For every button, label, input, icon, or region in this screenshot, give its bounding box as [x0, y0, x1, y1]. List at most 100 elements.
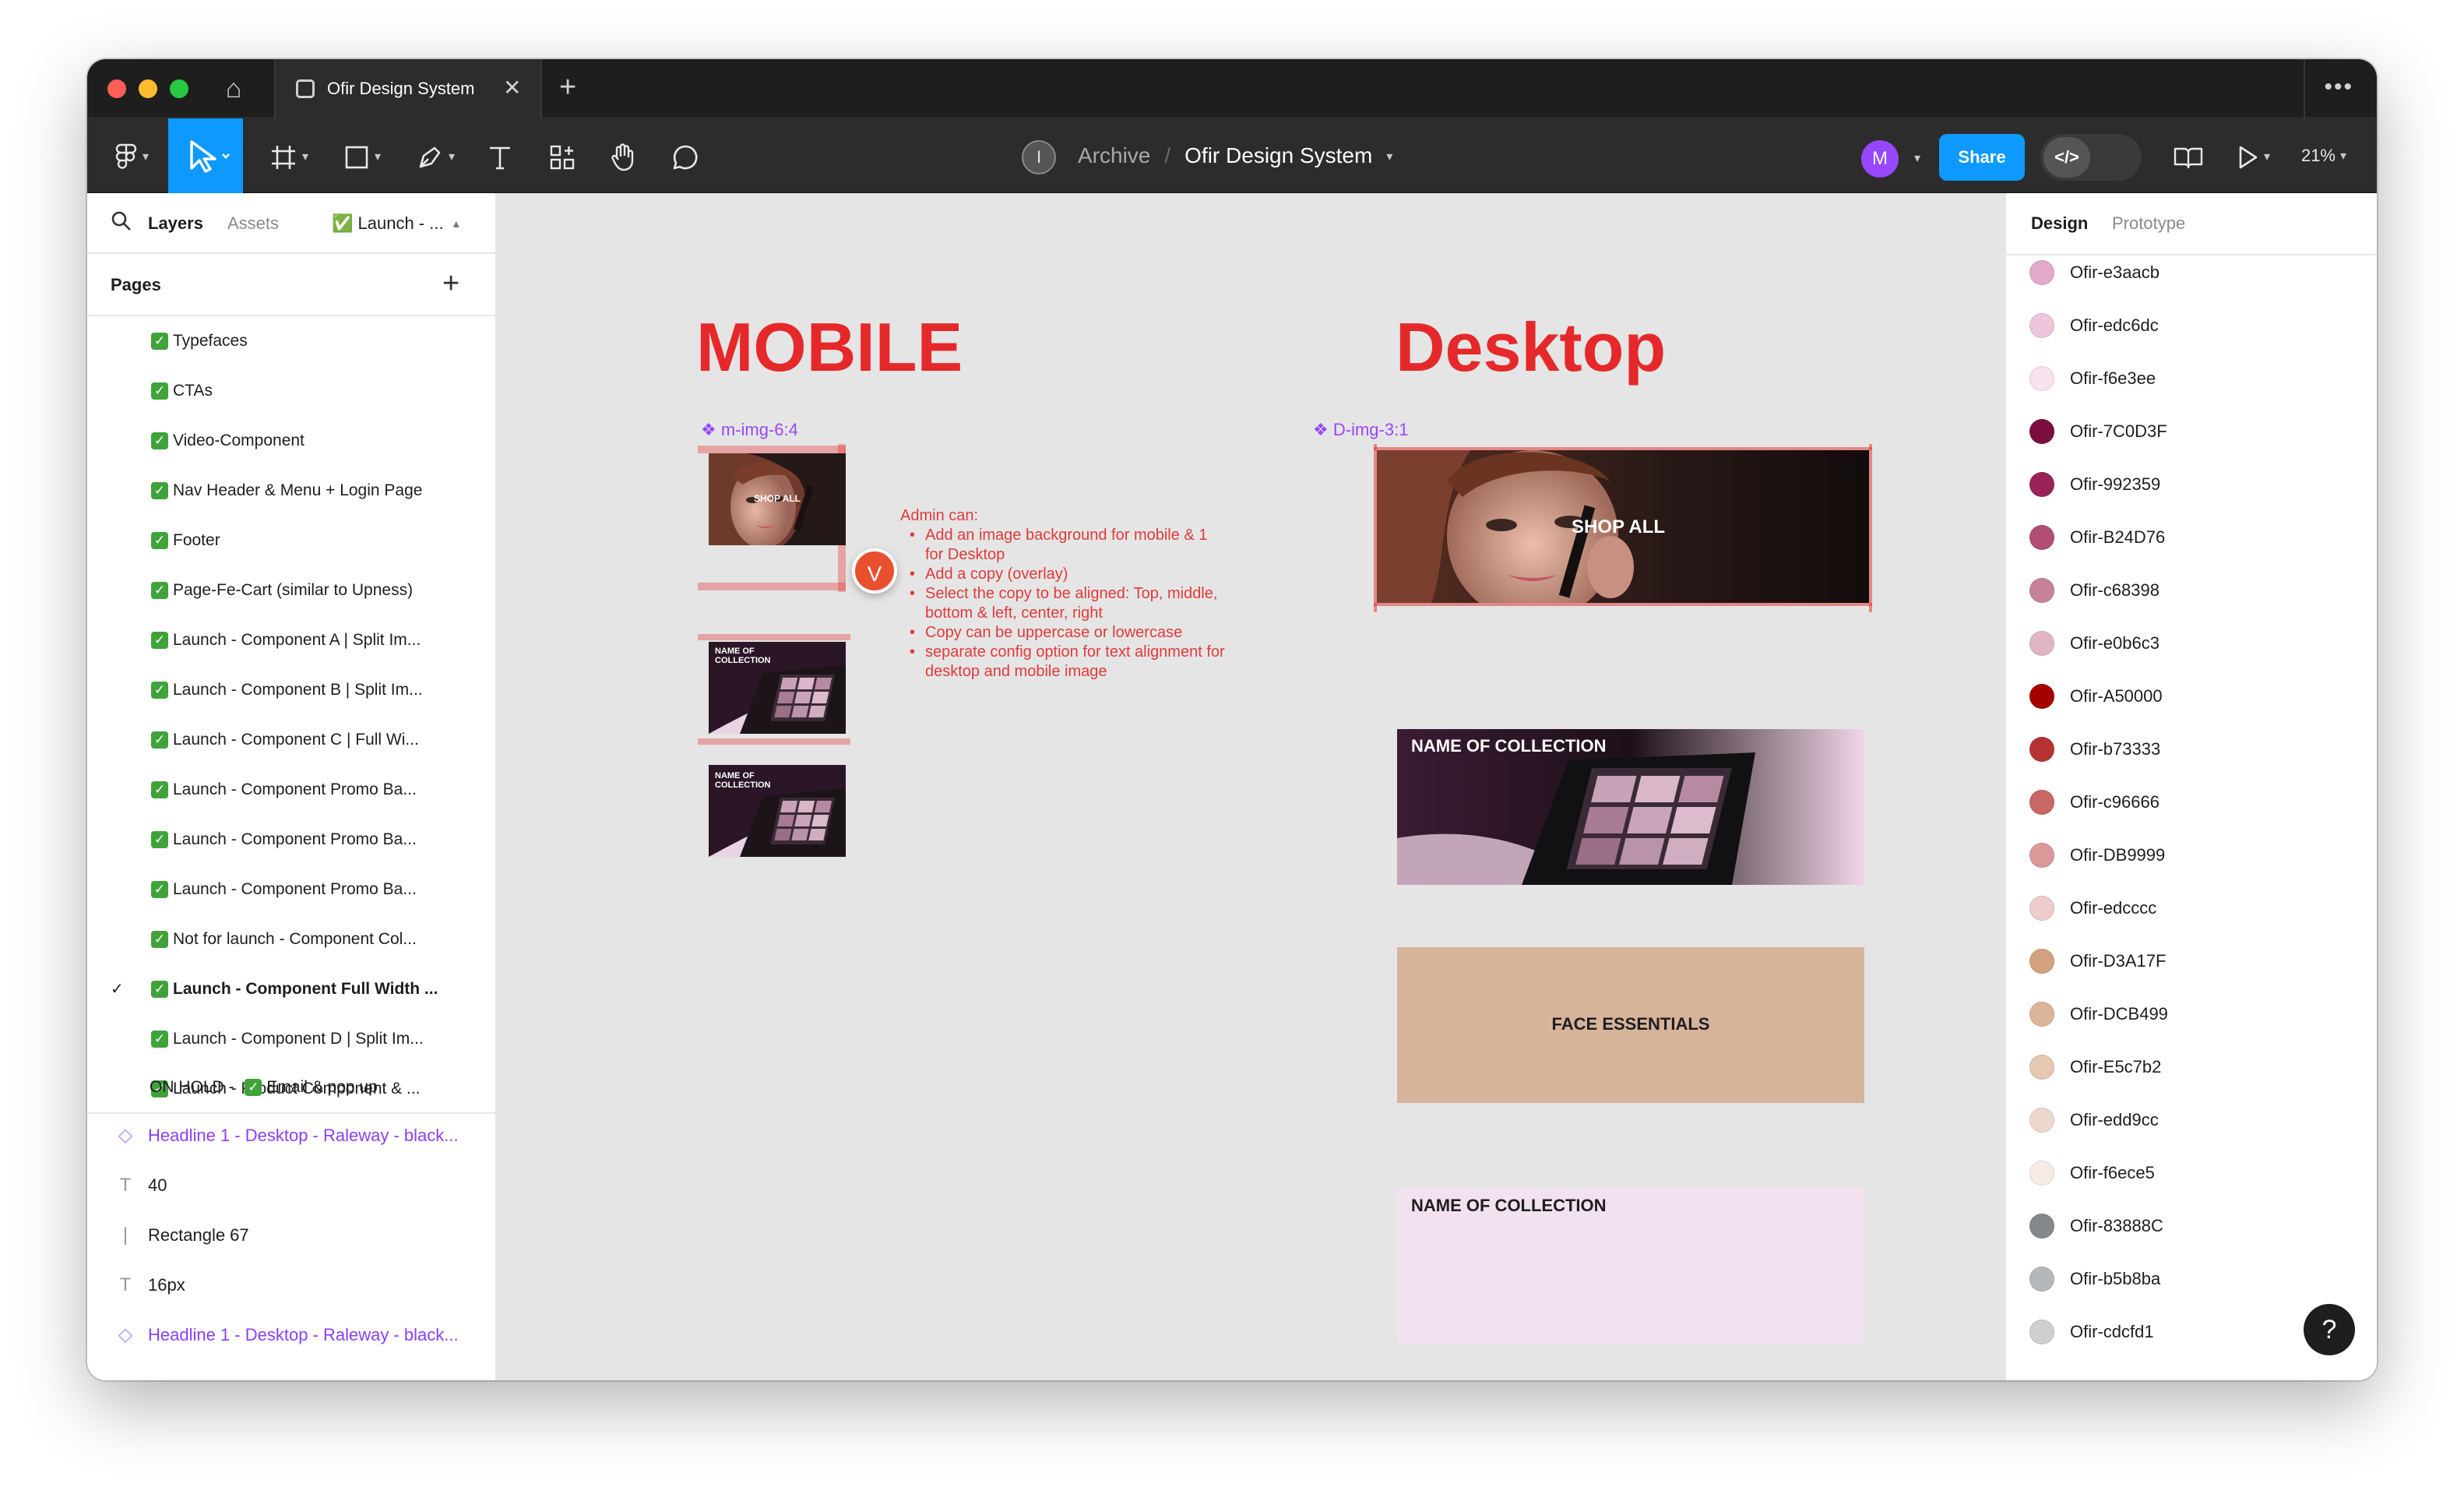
present-button[interactable]: ▾	[2226, 136, 2280, 176]
pink-collection-banner[interactable]: NAME OF COLLECTION	[1397, 1187, 1864, 1343]
page-item[interactable]: ✓ Launch - Component Promo Ba...	[87, 815, 495, 865]
collection-title-line1[interactable]: NAME OF	[715, 771, 755, 780]
color-style-row[interactable]: Ofir-e3aacb	[2006, 246, 2377, 299]
new-tab-button[interactable]: +	[559, 72, 576, 103]
collection-title[interactable]: NAME OF COLLECTION	[1411, 1195, 1607, 1217]
collection-title-line1[interactable]: NAME OF	[715, 647, 755, 656]
page-item[interactable]: ✓ Launch - Component Promo Ba...	[87, 865, 495, 914]
face-essentials-banner[interactable]: FACE ESSENTIALS	[1397, 947, 1864, 1103]
move-tool-button[interactable]	[168, 118, 243, 193]
page-item[interactable]: ✓ Page-Fe-Cart (similar to Upness)	[87, 566, 495, 615]
admin-notes[interactable]: Admin can: Add an image background for m…	[900, 506, 1227, 682]
file-tab[interactable]: Ofir Design System ✕	[274, 59, 542, 118]
shop-all-text[interactable]: SHOP ALL	[1572, 516, 1665, 539]
page-item[interactable]: ✓ Launch - Component D | Split Im...	[87, 1014, 495, 1064]
page-item[interactable]: ✓ Typefaces	[87, 316, 495, 366]
close-tab-icon[interactable]: ✕	[503, 75, 521, 101]
color-style-row[interactable]: Ofir-DB9999	[2006, 829, 2377, 882]
add-page-button[interactable]: +	[442, 266, 459, 301]
help-button[interactable]: ?	[2304, 1304, 2355, 1355]
minimize-window-button[interactable]	[139, 79, 157, 98]
share-button[interactable]: Share	[1939, 134, 2025, 181]
search-icon[interactable]	[111, 210, 134, 237]
mobile-heading[interactable]: MOBILE	[696, 308, 963, 386]
layer-row[interactable]: T 16px	[87, 1260, 495, 1310]
tab-prototype[interactable]: Prototype	[2112, 212, 2185, 235]
main-menu-button[interactable]: ▾	[104, 136, 159, 176]
desktop-heading[interactable]: Desktop	[1396, 308, 1666, 386]
zoom-window-button[interactable]	[170, 79, 188, 98]
layer-row[interactable]: ◇ Headline 1 - Desktop - Raleway - black.…	[87, 1310, 495, 1360]
shape-tool-button[interactable]: ▾	[333, 136, 391, 176]
mobile-frame-label[interactable]: ❖ m-img-6:4	[701, 419, 798, 441]
page-item[interactable]: ✓ Not for launch - Component Col...	[87, 914, 495, 964]
current-page-selector[interactable]: ✅ Launch - ... ▴	[332, 212, 459, 236]
design-canvas[interactable]: MOBILE Desktop ❖ m-img-6:4 SHOP ALL NAME…	[497, 193, 2005, 1380]
color-style-row[interactable]: Ofir-f6ece5	[2006, 1147, 2377, 1200]
page-item[interactable]: ✓ Launch - Component Promo Ba...	[87, 765, 495, 815]
tab-layers[interactable]: Layers	[148, 212, 203, 235]
more-options-icon[interactable]: •••	[2324, 72, 2353, 103]
color-style-row[interactable]: Ofir-E5c7b2	[2006, 1041, 2377, 1094]
close-window-button[interactable]	[107, 79, 126, 98]
page-item[interactable]: ✓ Launch - Component A | Split Im...	[87, 615, 495, 665]
zoom-menu[interactable]: 21% ▾	[2291, 136, 2357, 176]
dev-mode-toggle[interactable]: </>	[2040, 134, 2142, 181]
page-item[interactable]: ✓ Footer	[87, 516, 495, 566]
layer-row[interactable]: T 40	[87, 1161, 495, 1210]
library-button[interactable]	[2168, 136, 2209, 176]
color-style-row[interactable]: Ofir-7C0D3F	[2006, 405, 2377, 458]
page-item[interactable]: ✓ Nav Header & Menu + Login Page	[87, 466, 495, 516]
chevron-down-icon[interactable]: ▾	[1906, 139, 1924, 176]
page-item[interactable]: ✓ CTAs	[87, 366, 495, 416]
color-style-row[interactable]: Ofir-b5b8ba	[2006, 1253, 2377, 1305]
page-item[interactable]: ✓ Launch - Component C | Full Wi...	[87, 715, 495, 765]
desktop-collection-image[interactable]: NAME OF COLLECTION	[1397, 729, 1864, 885]
comment-tool-button[interactable]	[667, 136, 704, 176]
hand-tool-button[interactable]	[604, 136, 642, 176]
team-avatar[interactable]: I	[1022, 139, 1056, 174]
tab-design[interactable]: Design	[2031, 212, 2088, 235]
page-item[interactable]: ✓ Launch - Component B | Split Im...	[87, 665, 495, 715]
shop-all-text[interactable]: SHOP ALL	[709, 492, 846, 505]
face-essentials-text[interactable]: FACE ESSENTIALS	[1397, 1013, 1864, 1036]
collection-title-line2[interactable]: COLLECTION	[715, 656, 771, 665]
color-style-row[interactable]: Ofir-edc6dc	[2006, 299, 2377, 352]
color-style-row[interactable]: Ofir-e0b6c3	[2006, 617, 2377, 670]
breadcrumb-project[interactable]: Archive	[1078, 143, 1150, 167]
color-style-row[interactable]: Ofir-edd9cc	[2006, 1094, 2377, 1147]
resources-tool-button[interactable]	[544, 136, 581, 176]
color-style-row[interactable]: Ofir-edcccc	[2006, 882, 2377, 935]
page-item-on-hold[interactable]: ON HOLD - ✓ Email & pop up	[87, 1062, 495, 1112]
comment-pin[interactable]: V	[852, 548, 897, 594]
layer-row[interactable]: ◇ Headline 1 - Desktop - Raleway - black.…	[87, 1111, 495, 1161]
text-tool-button[interactable]	[481, 136, 519, 176]
chevron-down-icon[interactable]: ▾	[1386, 150, 1392, 164]
collection-title-line2[interactable]: COLLECTION	[715, 780, 771, 790]
color-style-row[interactable]: Ofir-A50000	[2006, 670, 2377, 723]
mobile-hero-image[interactable]: SHOP ALL	[709, 453, 846, 545]
mobile-collection-image[interactable]: NAME OF COLLECTION	[709, 642, 846, 734]
color-style-row[interactable]: Ofir-c68398	[2006, 564, 2377, 617]
color-style-row[interactable]: Ofir-83888C	[2006, 1200, 2377, 1253]
color-style-row[interactable]: Ofir-c96666	[2006, 776, 2377, 829]
color-style-row[interactable]: Ofir-B24D76	[2006, 511, 2377, 564]
color-style-row[interactable]: Ofir-f6e3ee	[2006, 352, 2377, 405]
color-style-row[interactable]: Ofir-D3A17F	[2006, 935, 2377, 988]
color-style-row[interactable]: Ofir-992359	[2006, 458, 2377, 511]
home-icon[interactable]: ⌂	[218, 73, 249, 104]
pen-tool-button[interactable]: ▾	[407, 136, 464, 176]
collection-title[interactable]: NAME OF COLLECTION	[1411, 735, 1607, 757]
breadcrumb-file-name[interactable]: Ofir Design System	[1184, 143, 1372, 167]
layer-row[interactable]: | Rectangle 67	[87, 1210, 495, 1260]
user-avatar[interactable]: M	[1861, 140, 1899, 178]
color-style-row[interactable]: Ofir-DCB499	[2006, 988, 2377, 1041]
desktop-frame-label[interactable]: ❖ D-img-3:1	[1313, 419, 1408, 441]
desktop-hero-image[interactable]: SHOP ALL	[1377, 450, 1869, 603]
mobile-collection-image-2[interactable]: NAME OF COLLECTION	[709, 765, 846, 857]
color-style-row[interactable]: Ofir-b73333	[2006, 723, 2377, 776]
frame-tool-button[interactable]: ▾	[260, 136, 318, 176]
tab-assets[interactable]: Assets	[227, 212, 279, 235]
page-item[interactable]: ✓ ✓ Launch - Component Full Width ...	[87, 964, 495, 1014]
page-item[interactable]: ✓ Video-Component	[87, 416, 495, 466]
